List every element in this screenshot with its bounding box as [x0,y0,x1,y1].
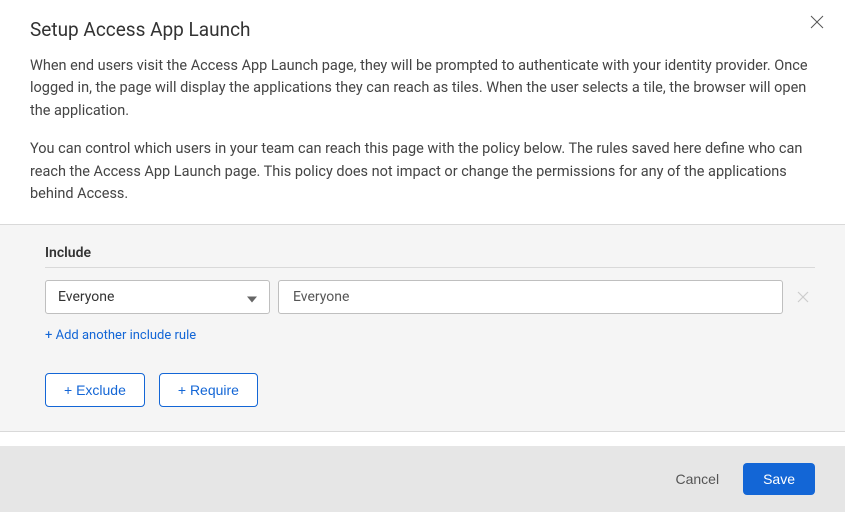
rule-type-value: Everyone [58,289,114,305]
description-paragraph-2: You can control which users in your team… [30,138,815,205]
dialog-description: When end users visit the Access App Laun… [30,55,815,206]
remove-rule-icon[interactable] [791,285,815,309]
exclude-button[interactable]: + Exclude [45,373,145,407]
close-icon[interactable] [809,14,825,30]
rule-value-text: Everyone [293,289,349,305]
chevron-down-icon [247,287,257,306]
cancel-button[interactable]: Cancel [675,471,719,487]
rule-type-select[interactable]: Everyone [45,280,270,314]
description-paragraph-1: When end users visit the Access App Laun… [30,55,815,122]
include-rule-row: Everyone Everyone [45,280,815,314]
rule-value-input[interactable]: Everyone [278,280,783,314]
add-include-rule-link[interactable]: + Add another include rule [45,328,196,343]
save-button[interactable]: Save [743,463,815,495]
dialog-footer: Cancel Save [0,446,845,512]
include-section-label: Include [45,245,815,268]
require-button[interactable]: + Require [159,373,258,407]
dialog-title: Setup Access App Launch [30,18,815,41]
policy-section: Include Everyone Everyone + Add another … [0,225,845,432]
